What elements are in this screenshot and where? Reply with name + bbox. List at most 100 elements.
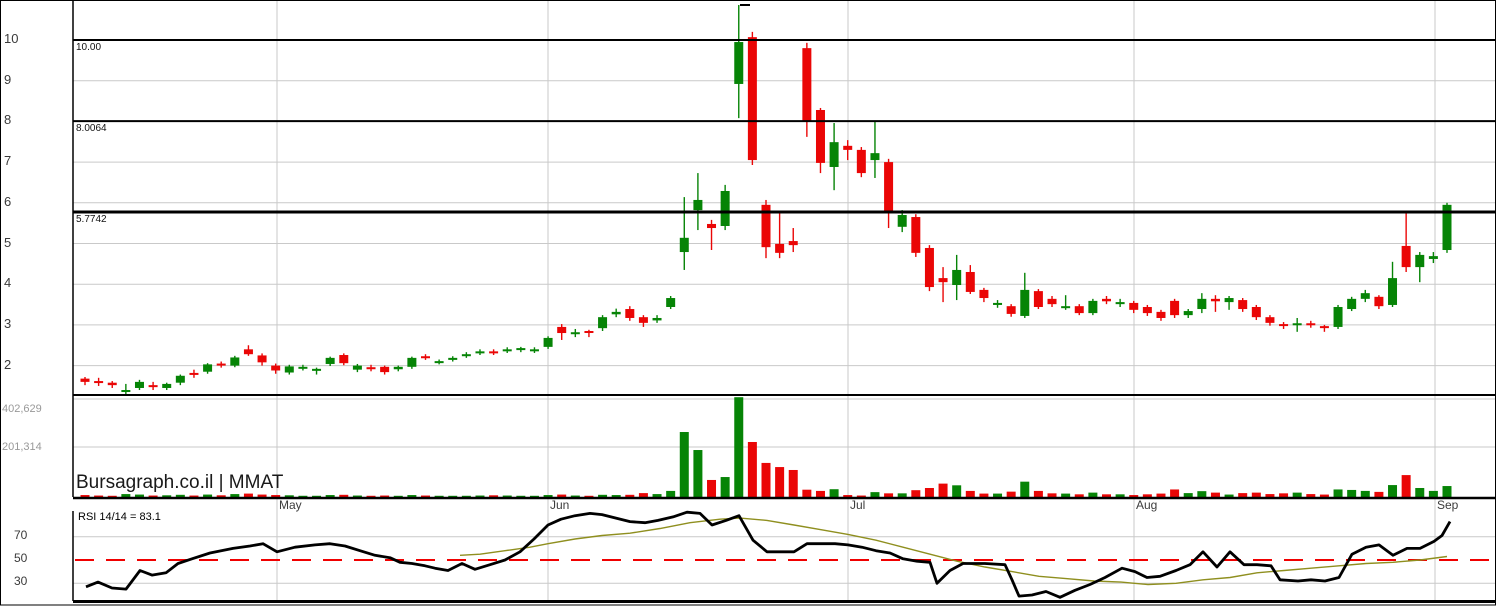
candle-body (1061, 306, 1071, 309)
candle-body (666, 298, 676, 307)
volume-bar (1115, 494, 1125, 497)
volume-bar (1265, 494, 1275, 497)
candle-body (216, 363, 226, 366)
candle-body (625, 309, 635, 318)
candle-body (1360, 293, 1370, 299)
candle-body (448, 357, 458, 360)
candle-body (1197, 298, 1207, 310)
candle-body (897, 215, 907, 227)
candle-body (1102, 298, 1111, 302)
candle-body (421, 356, 430, 359)
volume-bar (230, 494, 240, 497)
candle-body (312, 368, 322, 371)
price-axis-tick: 3 (4, 315, 12, 331)
candle-body (1210, 298, 1220, 302)
month-axis-label: Jul (850, 498, 866, 512)
volume-bar (938, 483, 948, 497)
candle-body (243, 349, 253, 355)
candle-body (407, 357, 417, 367)
volume-bar (1347, 489, 1357, 497)
volume-bar (843, 495, 853, 497)
price-axis-tick: 10 (4, 31, 19, 46)
candle-body (393, 366, 403, 370)
candle-body (557, 326, 567, 334)
volume-bar (979, 493, 989, 497)
candle-body (1333, 306, 1343, 327)
candle-body (1156, 311, 1166, 318)
candle-body (325, 357, 335, 364)
candle-body (775, 243, 785, 253)
candle-body (1142, 306, 1152, 314)
month-axis-label: Aug (1136, 498, 1158, 512)
volume-axis-tick: 201,314 (2, 441, 42, 453)
candle-body (734, 42, 744, 84)
candle-body (979, 289, 989, 299)
candle-body (80, 378, 90, 382)
volume-bar (489, 495, 499, 497)
candle-body (1292, 323, 1302, 326)
volume-bar (1374, 491, 1384, 497)
volume-bar (1156, 493, 1166, 497)
candle-body (529, 349, 539, 352)
candle-body (475, 351, 485, 354)
volume-bar (407, 495, 417, 497)
candle-body (570, 332, 580, 335)
rsi-main-line (85, 510, 1452, 599)
volume-bar (1020, 481, 1030, 497)
volume-bar (1102, 494, 1111, 497)
volume-bar (1074, 494, 1084, 497)
candle-body (134, 381, 144, 388)
volume-bar (802, 489, 812, 497)
candle-body (352, 365, 362, 370)
candle-body (1074, 306, 1084, 314)
volume-bar (339, 494, 349, 497)
volume-bar (543, 495, 553, 497)
candle-body (502, 349, 512, 352)
volume-bar (162, 495, 172, 497)
volume-bar (720, 477, 730, 497)
volume-bar (1047, 493, 1057, 497)
volume-bar (598, 494, 608, 497)
volume-bar (1088, 492, 1098, 497)
candle-body (1319, 326, 1329, 329)
volume-bar (284, 495, 294, 497)
candle-body (1006, 306, 1016, 314)
candle-body (1020, 289, 1030, 316)
candle-body (1224, 298, 1234, 303)
bursagraph-chart-stage: Bursagraph.co.il | MMAT RSI 14/14 = 83.1… (0, 0, 1496, 606)
watermark-text: Bursagraph.co.il | MMAT (76, 472, 284, 493)
candle-body (638, 317, 648, 323)
volume-bar (965, 490, 975, 497)
price-level-label: 10.00 (76, 42, 102, 53)
price-axis-tick: 7 (4, 153, 12, 169)
volume-bar (625, 494, 635, 497)
candle-body (802, 48, 812, 122)
candle-body (162, 383, 172, 388)
candle-body (1238, 300, 1248, 310)
price-axis-tick: 9 (4, 71, 12, 87)
volume-bar (734, 397, 744, 497)
volume-axis-tick: 402,629 (2, 403, 42, 415)
candle-body (1401, 245, 1411, 268)
volume-bar (1401, 475, 1411, 497)
candle-body (720, 190, 730, 226)
candle-body (584, 331, 594, 334)
candle-body (679, 237, 689, 253)
volume-bar (257, 494, 267, 497)
candle-body (189, 372, 199, 375)
candle-body (815, 110, 825, 163)
candle-body (693, 199, 703, 211)
volume-bar (679, 432, 689, 497)
volume-bar (884, 493, 894, 497)
candle-body (1265, 317, 1275, 323)
volume-bar (1306, 494, 1316, 497)
candle-body (993, 302, 1003, 305)
candle-body (843, 145, 853, 150)
volume-bar (175, 494, 185, 497)
candle-body (611, 311, 621, 315)
candle-body (1415, 254, 1425, 268)
candle-body (1170, 300, 1180, 316)
candle-body (380, 366, 390, 373)
volume-bar (611, 495, 621, 497)
volume-bar (638, 493, 648, 497)
